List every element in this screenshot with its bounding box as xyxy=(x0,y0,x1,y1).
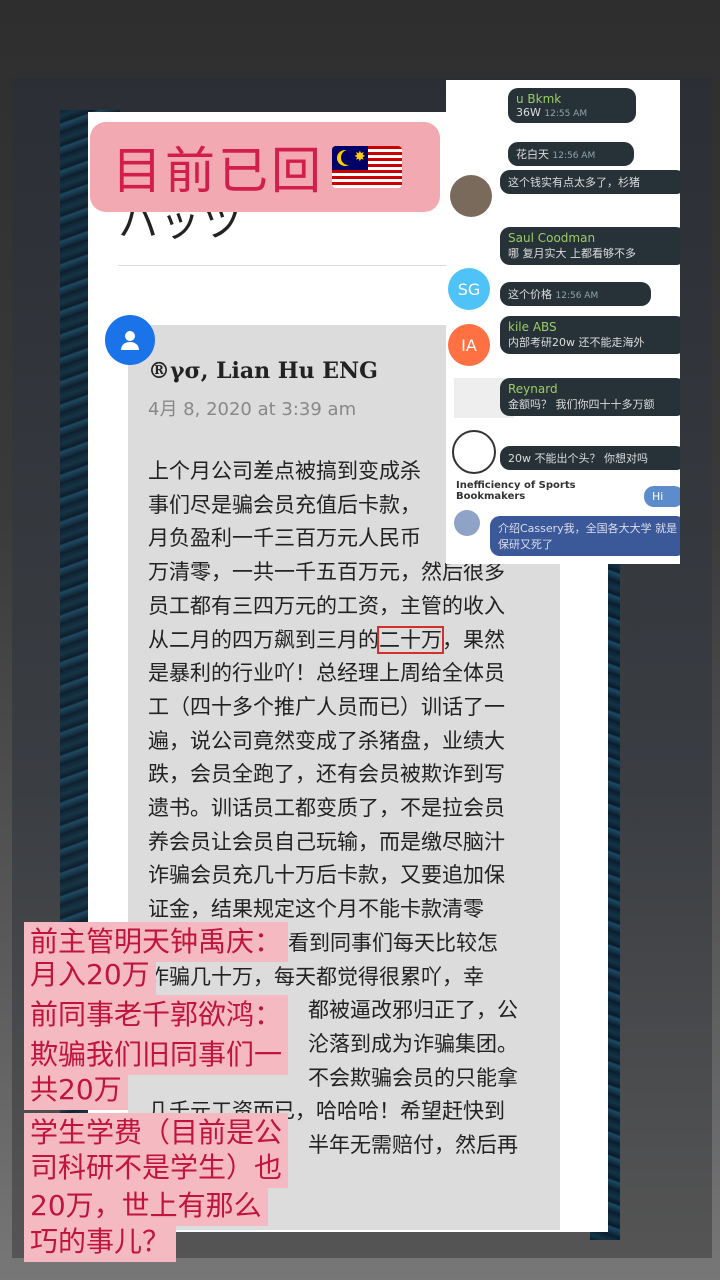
chat-text: 这个价格 xyxy=(508,288,552,301)
body-line: 养会员让会员自己玩输，而是缴尽脑汁 xyxy=(148,829,505,854)
chat-avatar[interactable] xyxy=(450,175,492,217)
overlay-note: 学生学费（目前是公 xyxy=(24,1113,289,1153)
chat-sender: Saul Coodman xyxy=(508,231,596,245)
chat-avatar-sg[interactable]: SG xyxy=(448,268,490,310)
chat-text: 20w 不能出个头？ 你想对吗 xyxy=(508,452,648,465)
chat-avatar-small[interactable] xyxy=(454,510,480,536)
chat-time: 12:56 AM xyxy=(552,151,596,161)
highlighted-amount: 二十万 xyxy=(377,625,444,654)
chat-bubble: u Bkmk 36W 12:55 AM xyxy=(508,88,636,123)
body-line: 跌，会员全跑了，还有会员被欺诈到写 xyxy=(148,762,505,787)
overlay-note: 巧的事儿？ xyxy=(24,1222,177,1262)
body-line-part: ，果然 xyxy=(442,627,505,652)
body-line: 遗书。训话员工都变质了，不是拉会员 xyxy=(148,796,505,821)
chat-bubble: Reynard 金额吗？ 我们你四十十多万额 xyxy=(500,378,680,416)
chat-sender: u Bkmk xyxy=(516,92,562,106)
chat-sender: Reynard xyxy=(508,382,558,396)
status-label: 目前已回 ✸ xyxy=(90,122,440,212)
link-preview-title[interactable]: Inefficiency of Sports Bookmakers xyxy=(456,480,626,502)
body-line: 是暴利的行业吖！总经理上周给全体员 xyxy=(148,661,505,686)
body-line: 诈骗会员充几十万后卡款，又要追加保 xyxy=(148,863,505,888)
chat-time: 12:56 AM xyxy=(555,291,599,301)
chat-text: 花白天 xyxy=(516,148,549,161)
chat-time: 12:55 AM xyxy=(544,109,588,119)
body-line: 从二月的四万飙到三月的二十万，果然 xyxy=(148,624,528,658)
status-label-text: 目前已回 xyxy=(112,142,324,200)
chat-text: 哪 复月实大 上都看够不多 xyxy=(508,247,636,260)
chat-text: 金额吗？ 我们你四十十多万额 xyxy=(508,398,655,411)
chat-bubble: 20w 不能出个头？ 你想对吗 xyxy=(500,446,680,470)
chat-text: 介绍Cassery我，全国各大大学 就是保研又死了 xyxy=(498,522,678,551)
chat-bubble: 介绍Cassery我，全国各大大学 就是保研又死了 xyxy=(490,516,680,556)
malaysia-flag-icon: ✸ xyxy=(332,146,402,188)
chat-text: 36W xyxy=(516,106,541,119)
chat-bubble: 花白天 12:56 AM xyxy=(508,142,634,166)
body-line-part: 从二月的四万飙到三月的 xyxy=(148,627,379,652)
body-line: 诈骗几十万，每天都觉得很累吖，幸 xyxy=(148,964,484,989)
chat-bubble: 这个钱实有点太多了，杉猪 xyxy=(500,170,680,194)
overlay-note: 共20万 xyxy=(24,1070,128,1110)
chat-bubble: Saul Coodman 哪 复月实大 上都看够不多 xyxy=(500,227,680,265)
overlay-note: 欺骗我们旧同事们一 xyxy=(24,1035,289,1075)
chat-bubble: 这个价格 12:56 AM xyxy=(500,282,651,306)
overlay-note: 司科研不是学生）也 xyxy=(24,1148,289,1188)
chat-screenshot: u Bkmk 36W 12:55 AM 花白天 12:56 AM 这个钱实有点太… xyxy=(446,80,680,564)
chat-text: 内部考研20w 还不能走海外 xyxy=(508,336,645,349)
comment-date[interactable]: 4月 8, 2020 at 3:39 am xyxy=(148,395,356,421)
chat-bubble: kile ABS 内部考研20w 还不能走海外 xyxy=(500,316,680,354)
overlay-note: 前同事老千郭欲鸿： xyxy=(24,995,289,1035)
chat-text: 这个钱实有点太多了，杉猪 xyxy=(508,176,640,189)
chat-sender: kile ABS xyxy=(508,320,557,334)
overlay-note: 月入20万 xyxy=(24,955,156,995)
profile-sketch-icon xyxy=(452,430,496,474)
comment-author[interactable]: ®γσ, Lian Hu ENG xyxy=(148,358,378,384)
body-line: 工（四十多个推广人员而已）训话了一 xyxy=(148,694,505,719)
body-line: 员工都有三四万元的工资，主管的收入 xyxy=(148,593,505,618)
chat-bubble-reply: Hi xyxy=(644,486,680,507)
body-line: 遍，说公司竟然变成了杀猪盘，业绩大 xyxy=(148,728,505,753)
chat-avatar-ia[interactable]: IA xyxy=(448,324,490,366)
overlay-note: 20万，世上有那么 xyxy=(24,1186,268,1226)
